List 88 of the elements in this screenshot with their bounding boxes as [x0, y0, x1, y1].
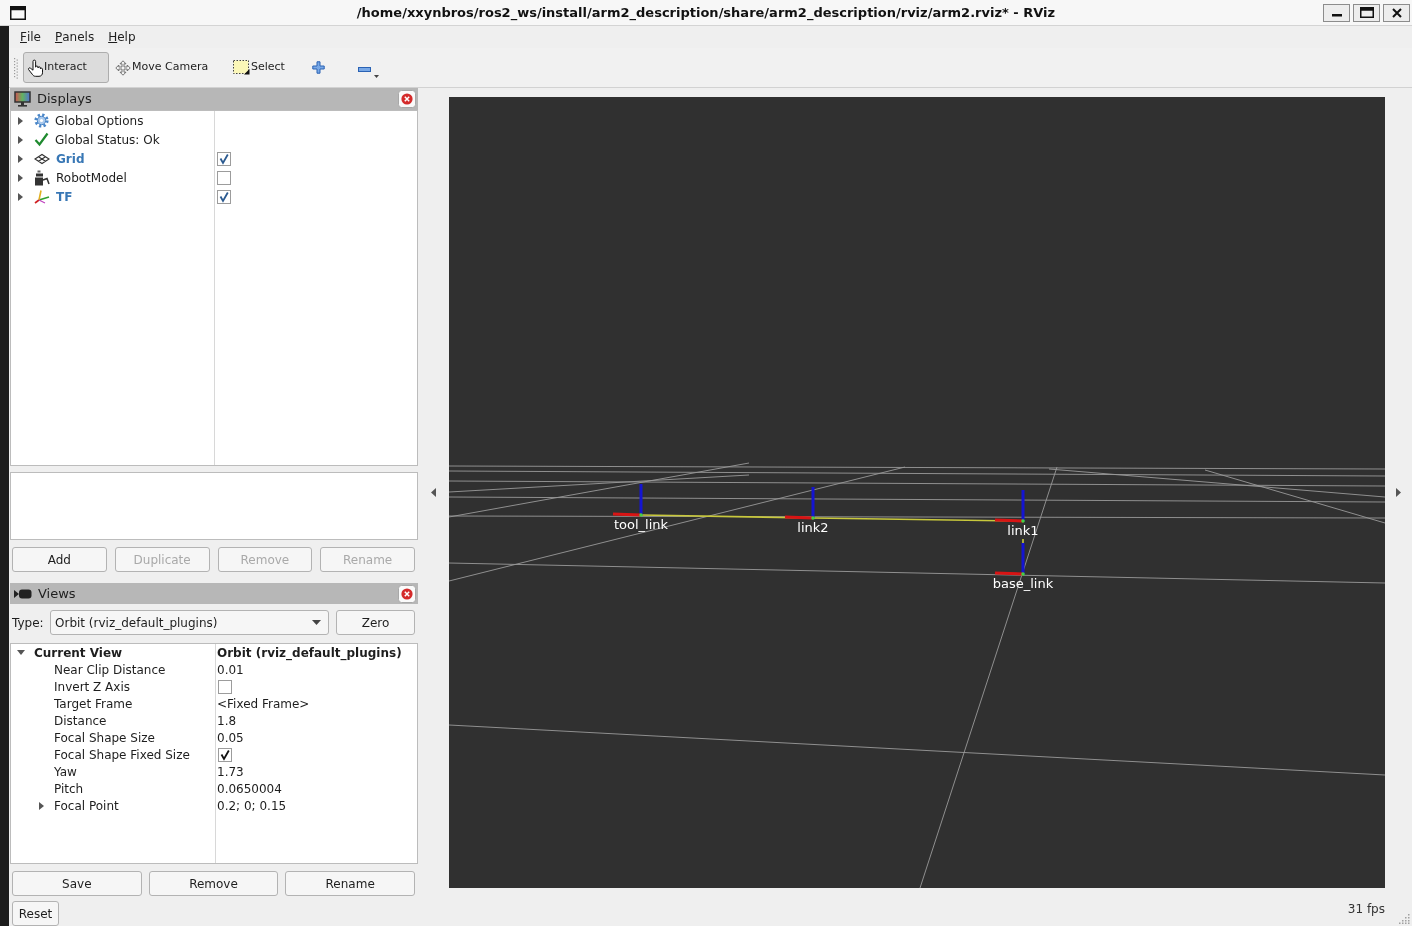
display-name[interactable]: RobotModel	[56, 168, 127, 187]
property-value: <Fixed Frame>	[217, 695, 310, 713]
display-name[interactable]: Grid	[56, 149, 85, 168]
render-viewport[interactable]: tool_link link2 link1 base_link	[449, 97, 1385, 888]
caret-down-icon[interactable]	[17, 650, 25, 655]
frame-axes-icon	[994, 490, 1025, 523]
property-name: Pitch	[54, 780, 84, 798]
frame-axes-icon	[612, 484, 643, 517]
property-value: Orbit (rviz_default_plugins)	[217, 644, 402, 662]
tool-button[interactable]: Interact	[23, 52, 109, 83]
checkmark-icon	[34, 132, 49, 147]
close-button[interactable]	[398, 584, 416, 603]
push-button[interactable]: Save	[12, 871, 142, 896]
menu-item[interactable]: Panels	[47, 26, 102, 48]
frame-label: base_link	[992, 576, 1054, 591]
frame-label: tool_link	[613, 517, 669, 532]
property-name: Current View	[34, 644, 123, 662]
caret-right-icon[interactable]	[18, 135, 23, 144]
property-name: Invert Z Axis	[54, 678, 130, 696]
minus-icon	[357, 67, 371, 72]
property-value: 0.05	[217, 729, 244, 747]
display-name[interactable]: Global Options	[55, 111, 144, 130]
caret-right-icon[interactable]	[18, 116, 23, 125]
triangle-left-icon[interactable]	[431, 488, 436, 497]
property-value: 1.8	[217, 712, 237, 730]
resize-grip-icon[interactable]	[1399, 913, 1410, 924]
dropdown-arrow-icon	[312, 620, 321, 625]
menu-item[interactable]: Help	[101, 26, 143, 48]
push-button[interactable]: Rename	[285, 871, 415, 896]
push-button[interactable]: Zero	[336, 610, 415, 635]
frame-axes-icon	[784, 487, 815, 520]
property-name: Target Frame	[54, 695, 133, 713]
maximize-button[interactable]	[1353, 3, 1380, 22]
type-label: Type:	[12, 614, 45, 632]
property-name: Distance	[54, 712, 107, 730]
close-window-button[interactable]	[1383, 3, 1410, 22]
property-name: Near Clip Distance	[54, 661, 166, 679]
axes-icon	[34, 189, 50, 204]
frame-axes-icon	[994, 543, 1025, 576]
display-name[interactable]: TF	[56, 187, 73, 206]
menu-item[interactable]: File	[13, 26, 48, 48]
minimize-button[interactable]	[1323, 3, 1350, 22]
checkbox[interactable]	[217, 189, 231, 204]
caret-right-icon[interactable]	[38, 801, 44, 810]
move-arrows-icon	[115, 59, 131, 76]
monitor-icon	[14, 91, 31, 107]
hand-pointer-icon	[27, 58, 43, 77]
selection-box-icon	[233, 60, 250, 75]
robot-icon	[34, 169, 50, 186]
caret-right-icon[interactable]	[18, 154, 23, 163]
tool-button[interactable]: Move Camera	[111, 52, 215, 83]
checkbox[interactable]	[218, 679, 232, 694]
close-button[interactable]	[398, 90, 416, 108]
close-icon	[1391, 7, 1402, 18]
frame-label: link1	[1007, 523, 1039, 538]
caret-right-icon[interactable]	[18, 192, 23, 201]
push-button[interactable]: Remove	[148, 871, 279, 896]
camera-icon	[14, 587, 32, 600]
plus-icon	[311, 61, 325, 74]
gear-icon	[34, 113, 49, 128]
property-value: 1.73	[217, 763, 244, 781]
property-name: Focal Point	[54, 797, 119, 815]
tool-button[interactable]: Select	[229, 52, 291, 83]
checkbox[interactable]	[217, 151, 231, 166]
property-name: Yaw	[54, 763, 77, 781]
triangle-right-icon[interactable]	[1396, 488, 1401, 497]
caret-right-icon[interactable]	[18, 173, 23, 182]
property-value: 0.2; 0; 0.15	[217, 797, 287, 815]
push-button[interactable]: Reset	[12, 901, 59, 926]
panel-title: Displays	[37, 90, 92, 109]
fps-counter: 31 fps	[1347, 901, 1385, 918]
push-button[interactable]: Add	[12, 547, 107, 572]
property-name: Focal Shape Fixed Size	[54, 746, 190, 764]
maximize-icon	[1359, 7, 1374, 18]
caret-icon	[373, 75, 379, 78]
window-icon[interactable]	[10, 5, 26, 20]
frame-label: link2	[797, 520, 829, 535]
property-value: 0.0650004	[217, 780, 282, 798]
grip-icon[interactable]	[14, 56, 18, 79]
checkbox[interactable]	[217, 170, 231, 185]
checkbox[interactable]	[218, 747, 232, 762]
property-name: Focal Shape Size	[54, 729, 155, 747]
display-name[interactable]: Global Status: Ok	[55, 130, 160, 149]
window-title: /home/xxynbros/ros2_ws/install/arm2_description/share/arm2_description/rviz/arm2.rviz* - RViz	[355, 3, 1057, 23]
panel-title: Views	[38, 584, 76, 603]
property-value: 0.01	[217, 661, 244, 679]
type-dropdown[interactable]: Orbit (rviz_default_plugins)	[50, 610, 329, 635]
grid-icon	[34, 152, 50, 165]
